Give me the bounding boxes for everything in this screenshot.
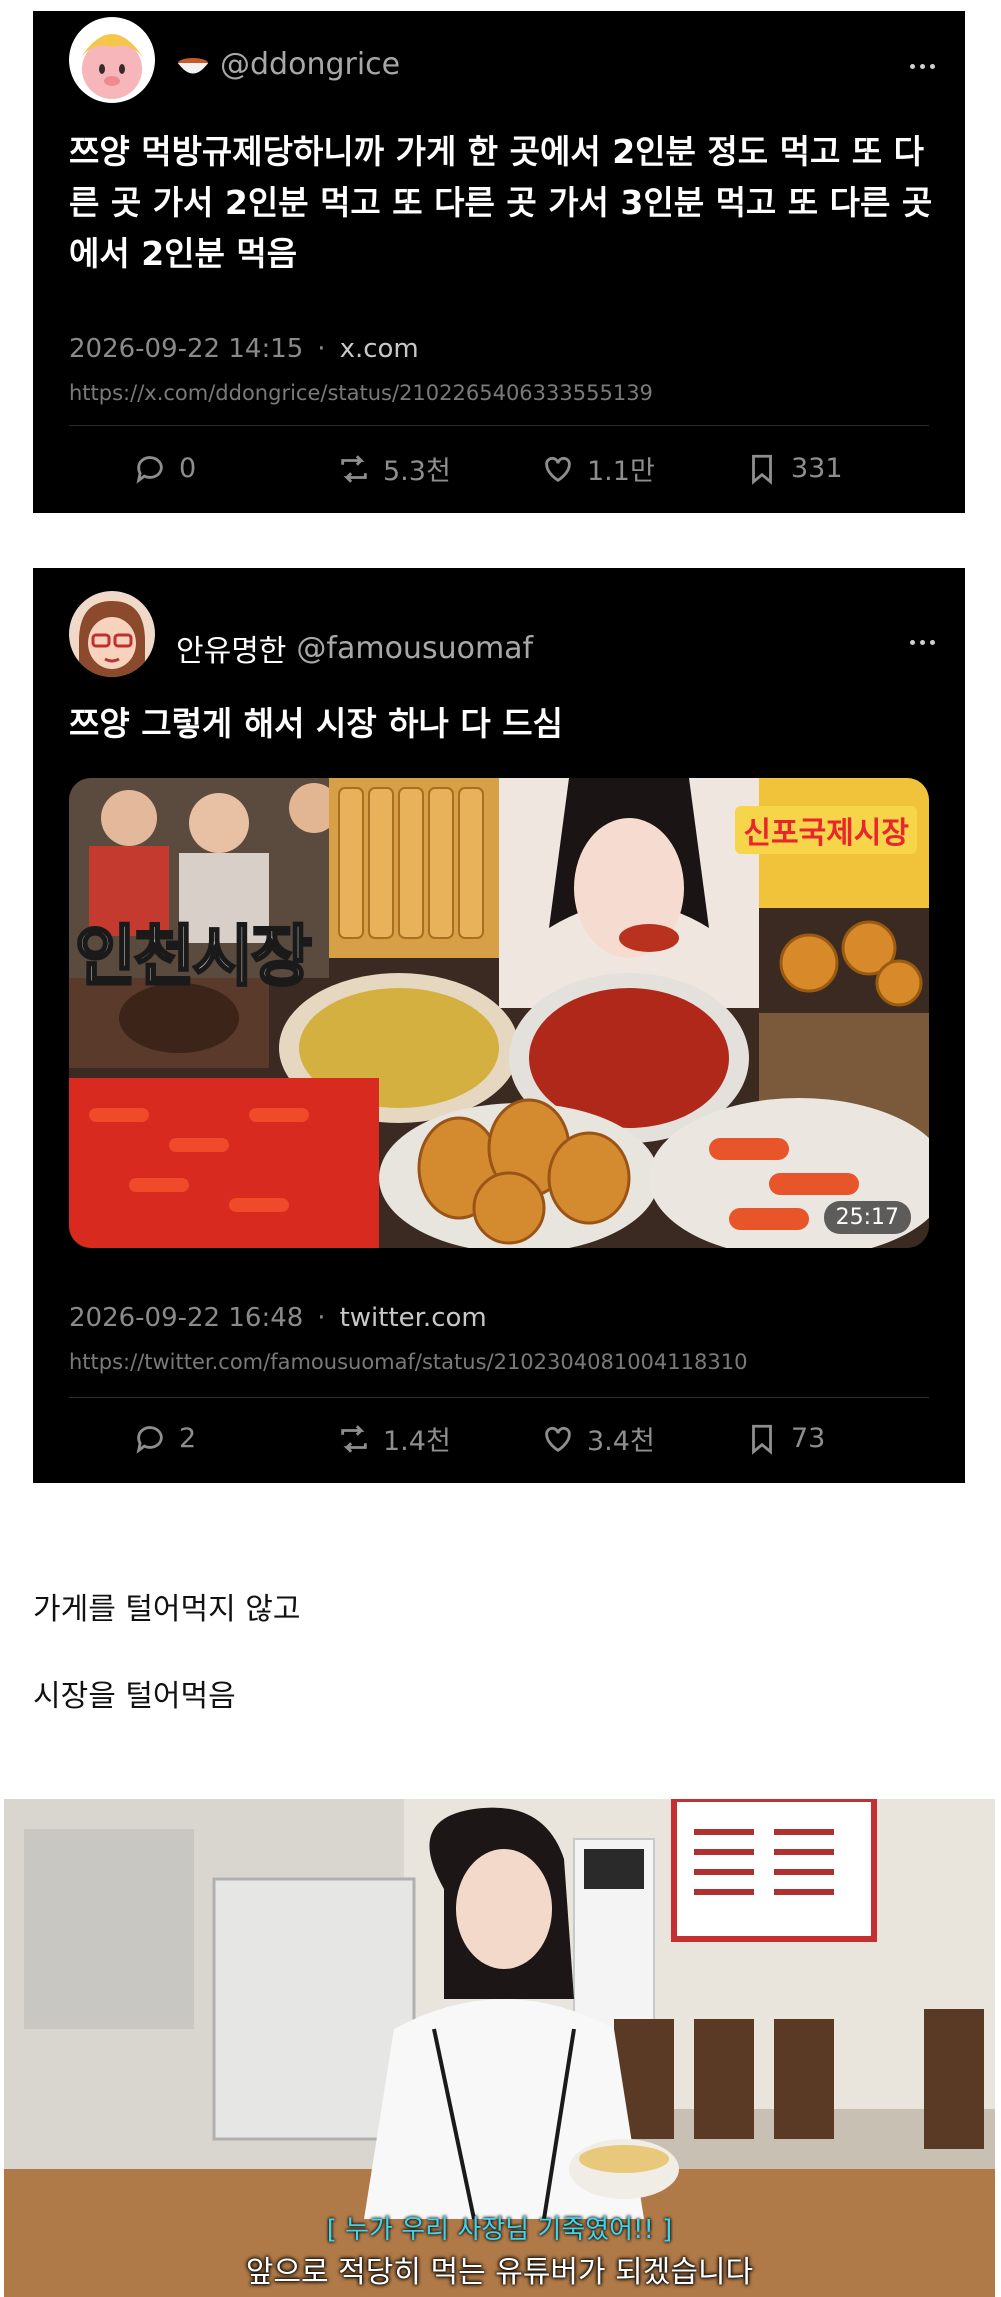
- tweet-card-2: 안유명한 @famousuomaf 쯔양 그렇게 해서 시장 하나 다 드심 인…: [33, 568, 965, 1483]
- separator-dot: ·: [317, 1303, 326, 1333]
- reply-count: 0: [179, 453, 197, 484]
- bookmark-button[interactable]: 331: [745, 452, 905, 486]
- tweet-url[interactable]: https://x.com/ddongrice/status/210226540…: [69, 381, 653, 405]
- retweet-icon: [341, 1424, 367, 1453]
- like-icon: [545, 1426, 571, 1452]
- display-name[interactable]: 안유명한: [176, 626, 286, 670]
- reply-count: 2: [179, 1423, 197, 1454]
- tweet-domain: twitter.com: [339, 1303, 487, 1333]
- avatar[interactable]: [69, 591, 155, 677]
- like-button[interactable]: 1.1만: [541, 449, 701, 488]
- retweet-button[interactable]: 5.3천: [337, 449, 497, 488]
- more-icon[interactable]: [910, 64, 935, 69]
- body-line-1: 가게를 털어먹지 않고: [33, 1592, 301, 1627]
- avatar-image: [69, 17, 155, 103]
- tweet-datetime: 2026-09-22 14:15: [69, 334, 304, 364]
- reply-button[interactable]: 0: [133, 452, 293, 486]
- more-icon[interactable]: [910, 640, 935, 645]
- subtitle-top: [ 누가 우리 사장님 기죽였어!! ]: [326, 2215, 673, 2245]
- bowl-icon: [178, 57, 208, 73]
- like-button[interactable]: 3.4천: [541, 1419, 701, 1458]
- market-sign: 신포국제시장: [735, 806, 917, 854]
- tweet-text: 쯔양 먹방규제당하니까 가게 한 곳에서 2인분 정도 먹고 또 다른 곳 가서…: [69, 132, 933, 273]
- bookmark-count: 331: [791, 453, 843, 484]
- thumbnail-title: 인천시장: [74, 917, 314, 997]
- retweet-count: 5.3천: [383, 456, 451, 487]
- reply-icon: [136, 1425, 163, 1454]
- user-handle[interactable]: @ddongrice: [220, 47, 400, 82]
- bookmark-count: 73: [791, 1423, 826, 1454]
- video-thumbnail[interactable]: 인천시장 신포국제시장 25:17: [69, 778, 929, 1248]
- separator-dot: ·: [317, 334, 326, 364]
- avatar-image: [69, 591, 155, 677]
- bookmark-icon: [752, 454, 772, 485]
- divider: [69, 1397, 929, 1398]
- divider: [69, 425, 929, 426]
- like-count: 1.1만: [587, 456, 655, 487]
- avatar[interactable]: [69, 17, 155, 103]
- bookmark-icon: [752, 1424, 772, 1455]
- restaurant-photo: [ 누가 우리 사장님 기죽였어!! ] 앞으로 적당히 먹는 유튜버가 되겠습…: [4, 1799, 995, 2297]
- video-duration: 25:17: [823, 1201, 911, 1234]
- like-count: 3.4천: [587, 1426, 655, 1457]
- body-line-2: 시장을 털어먹음: [33, 1679, 236, 1714]
- like-icon: [545, 456, 571, 482]
- user-handle[interactable]: @famousuomaf: [296, 631, 533, 666]
- action-bar: 0 5.3천 1.1만 331: [133, 449, 905, 488]
- reply-button[interactable]: 2: [133, 1422, 293, 1456]
- tweet-card-1: @ddongrice 쯔양 먹방규제당하니까 가게 한 곳에서 2인분 정도 먹…: [33, 11, 965, 513]
- tweet-url[interactable]: https://twitter.com/famousuomaf/status/2…: [69, 1350, 747, 1374]
- action-bar: 2 1.4천 3.4천 73: [133, 1419, 905, 1458]
- bookmark-button[interactable]: 73: [745, 1422, 905, 1456]
- retweet-button[interactable]: 1.4천: [337, 1419, 497, 1458]
- tweet-datetime: 2026-09-22 16:48: [69, 1303, 304, 1333]
- tweet-text: 쯔양 그렇게 해서 시장 하나 다 드심: [69, 704, 563, 743]
- retweet-count: 1.4천: [383, 1426, 451, 1457]
- retweet-icon: [341, 454, 367, 483]
- reply-icon: [136, 455, 163, 484]
- subtitle-bottom: 앞으로 적당히 먹는 유튜버가 되겠습니다: [245, 2255, 754, 2290]
- tweet-domain: x.com: [339, 334, 419, 364]
